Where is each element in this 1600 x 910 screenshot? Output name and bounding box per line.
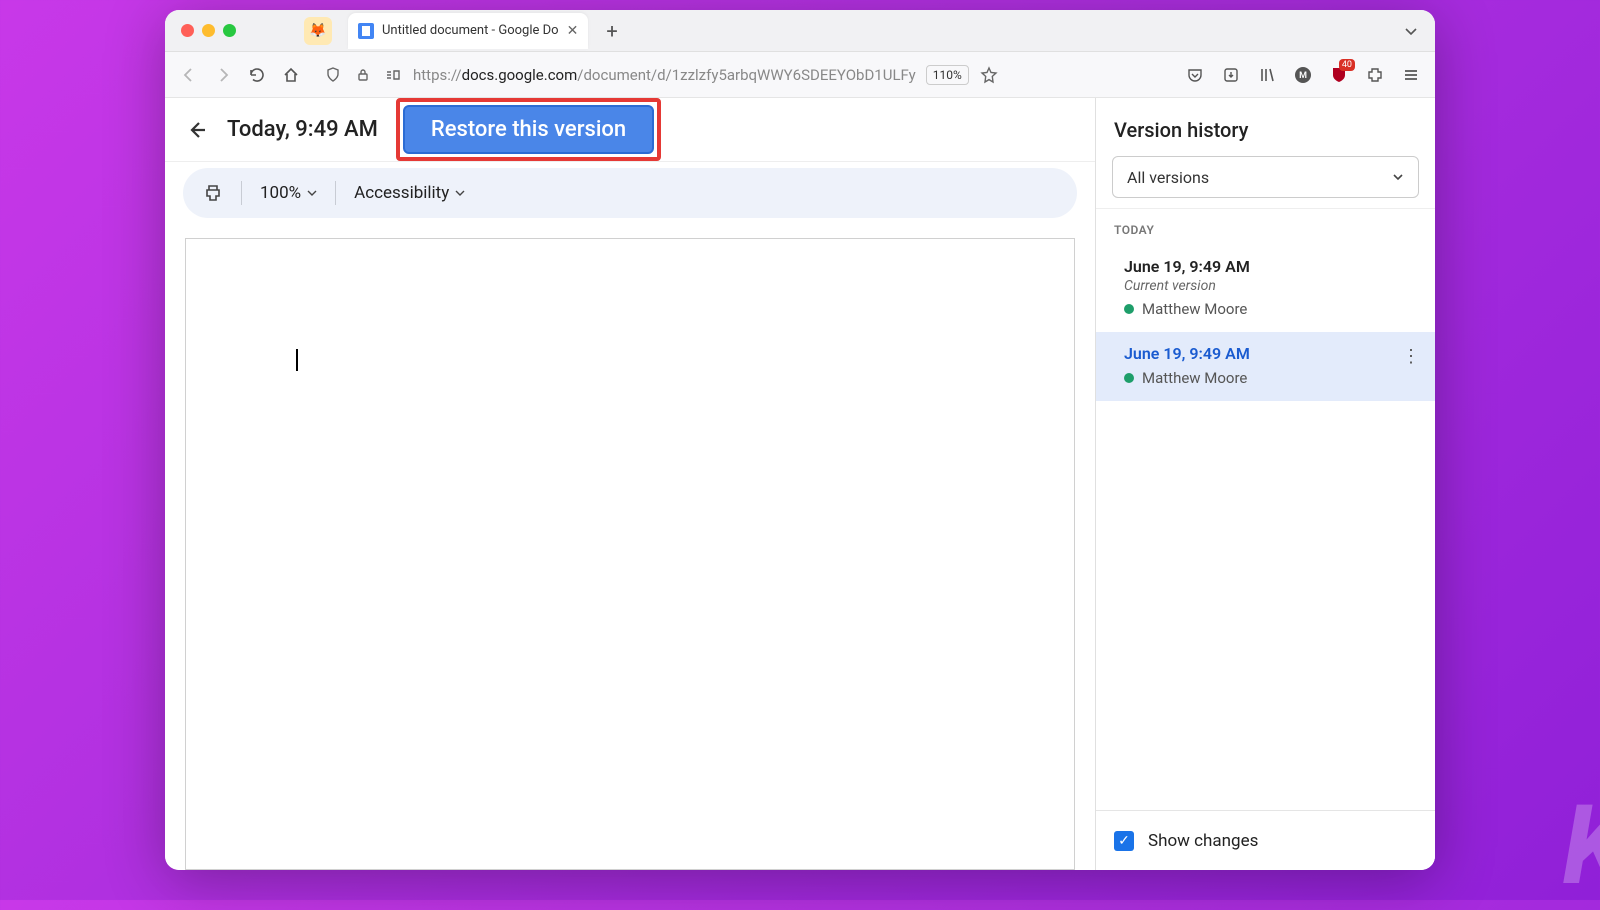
- watermark: K: [1562, 781, 1600, 910]
- tab-title: Untitled document - Google Do: [382, 23, 559, 38]
- forward-button[interactable]: [213, 65, 233, 85]
- browser-window: 🦊 Untitled document - Google Do ✕ +: [165, 10, 1435, 870]
- user-name: Matthew Moore: [1142, 300, 1247, 318]
- permissions-icon: [383, 65, 403, 85]
- minimize-window-button[interactable]: [202, 24, 215, 37]
- filter-label: All versions: [1127, 168, 1209, 187]
- zoom-dropdown[interactable]: 100%: [260, 183, 317, 203]
- title-bar: 🦊 Untitled document - Google Do ✕ +: [165, 10, 1435, 52]
- panel-footer: ✓ Show changes: [1096, 810, 1435, 870]
- version-item-timestamp: June 19, 9:49 AM: [1124, 344, 1417, 363]
- firefox-container-icon: 🦊: [304, 17, 332, 45]
- version-item-user: Matthew Moore: [1124, 300, 1417, 318]
- reload-button[interactable]: [247, 65, 267, 85]
- toolbar-separator: [241, 181, 242, 205]
- version-item[interactable]: June 19, 9:49 AM Current version Matthew…: [1096, 245, 1435, 332]
- main-column: Today, 9:49 AM Restore this version 100%…: [165, 98, 1095, 870]
- lock-icon: [353, 65, 373, 85]
- print-icon[interactable]: [203, 183, 223, 203]
- downloads-icon[interactable]: [1221, 65, 1241, 85]
- docs-toolbar: 100% Accessibility: [183, 168, 1077, 218]
- library-icon[interactable]: [1257, 65, 1277, 85]
- version-filter-dropdown[interactable]: All versions: [1112, 156, 1419, 198]
- show-changes-checkbox[interactable]: ✓: [1114, 831, 1134, 851]
- document-page[interactable]: [185, 238, 1075, 870]
- home-button[interactable]: [281, 65, 301, 85]
- toolbar-right: M 40: [1185, 65, 1421, 85]
- app-area: Today, 9:49 AM Restore this version 100%…: [165, 98, 1435, 870]
- restore-version-button[interactable]: Restore this version: [403, 105, 654, 154]
- version-timestamp: Today, 9:49 AM: [227, 117, 378, 142]
- caret-down-icon: [455, 188, 465, 198]
- version-item-timestamp: June 19, 9:49 AM: [1124, 257, 1417, 276]
- panel-spacer: [1096, 401, 1435, 810]
- url-text: https://docs.google.com/document/d/1zzlz…: [413, 66, 916, 84]
- panel-title: Version history: [1096, 98, 1435, 156]
- account-icon[interactable]: M: [1293, 65, 1313, 85]
- user-color-dot: [1124, 373, 1134, 383]
- close-tab-button[interactable]: ✕: [567, 23, 579, 39]
- version-item-menu-button[interactable]: ⋮: [1402, 346, 1419, 367]
- version-item-user: Matthew Moore: [1124, 369, 1417, 387]
- section-label-today: TODAY: [1096, 208, 1435, 245]
- docs-favicon-icon: [358, 23, 374, 39]
- caret-down-icon: [1392, 171, 1404, 183]
- version-item-subtitle: Current version: [1124, 278, 1417, 294]
- version-history-panel: Version history All versions TODAY June …: [1095, 98, 1435, 870]
- close-window-button[interactable]: [181, 24, 194, 37]
- back-arrow-button[interactable]: [185, 118, 209, 142]
- highlight-annotation: Restore this version: [396, 98, 661, 161]
- extension-ublock-icon[interactable]: 40: [1329, 65, 1349, 85]
- show-changes-label: Show changes: [1148, 831, 1258, 851]
- window-controls: [181, 24, 236, 37]
- app-menu-icon[interactable]: [1401, 65, 1421, 85]
- list-tabs-button[interactable]: [1403, 23, 1419, 39]
- svg-text:M: M: [1299, 71, 1307, 81]
- save-to-pocket-icon[interactable]: [1185, 65, 1205, 85]
- shield-icon: [323, 65, 343, 85]
- zoom-value: 100%: [260, 183, 301, 203]
- user-name: Matthew Moore: [1142, 369, 1247, 387]
- accessibility-menu[interactable]: Accessibility: [354, 183, 465, 203]
- caret-down-icon: [307, 188, 317, 198]
- star-icon[interactable]: [979, 65, 999, 85]
- new-tab-button[interactable]: +: [606, 19, 617, 43]
- back-button[interactable]: [179, 65, 199, 85]
- maximize-window-button[interactable]: [223, 24, 236, 37]
- version-header: Today, 9:49 AM Restore this version: [165, 98, 1095, 162]
- accessibility-label: Accessibility: [354, 183, 449, 203]
- nav-bar: https://docs.google.com/document/d/1zzlz…: [165, 52, 1435, 98]
- zoom-indicator[interactable]: 110%: [926, 65, 969, 85]
- extensions-icon[interactable]: [1365, 65, 1385, 85]
- text-cursor: [296, 349, 298, 371]
- document-canvas: [165, 218, 1095, 870]
- address-bar[interactable]: https://docs.google.com/document/d/1zzlz…: [315, 65, 1171, 85]
- browser-tab[interactable]: Untitled document - Google Do ✕: [348, 13, 588, 49]
- version-item[interactable]: June 19, 9:49 AM Matthew Moore ⋮: [1096, 332, 1435, 401]
- user-color-dot: [1124, 304, 1134, 314]
- toolbar-separator: [335, 181, 336, 205]
- extension-badge-count: 40: [1339, 59, 1355, 71]
